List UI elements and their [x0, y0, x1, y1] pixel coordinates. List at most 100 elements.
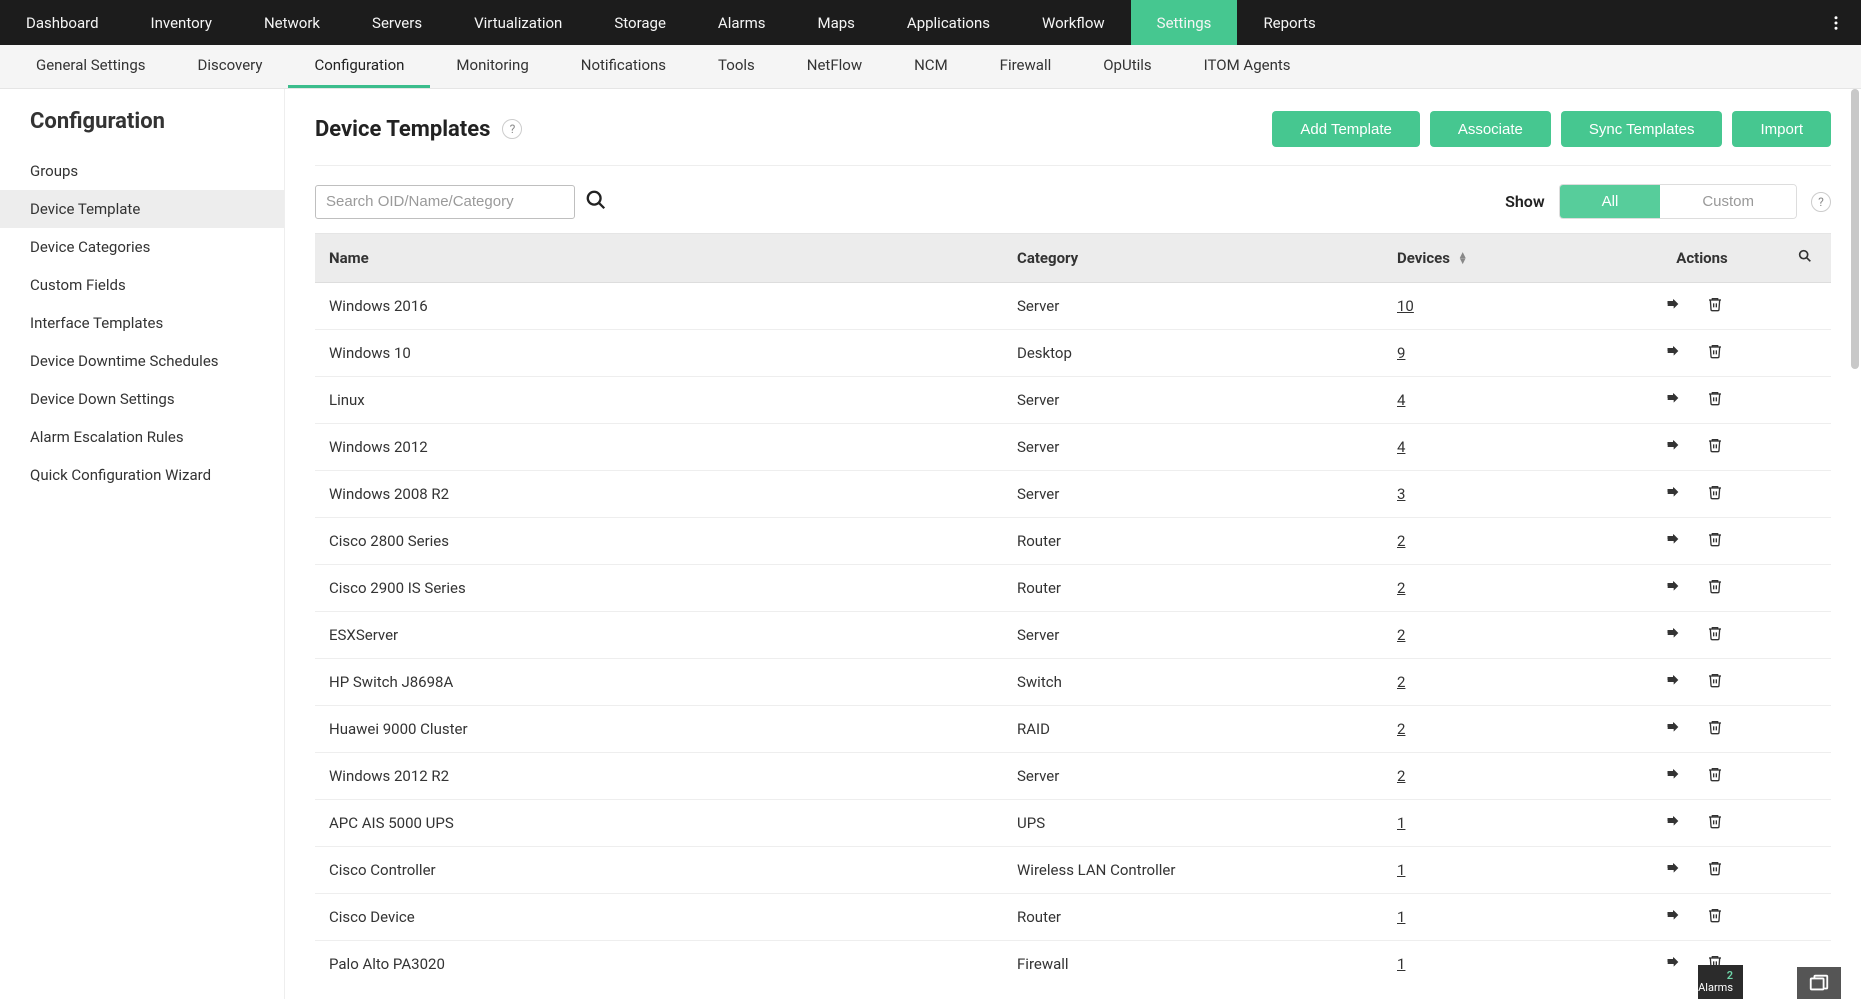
- export-icon[interactable]: [1665, 296, 1681, 316]
- devices-link[interactable]: 2: [1397, 579, 1405, 597]
- sidebar-item-interface-templates[interactable]: Interface Templates: [0, 304, 284, 342]
- sidebar-item-device-down-settings[interactable]: Device Down Settings: [0, 380, 284, 418]
- subnav-item-monitoring[interactable]: Monitoring: [430, 45, 554, 88]
- associate-button[interactable]: Associate: [1430, 111, 1551, 147]
- topnav-item-workflow[interactable]: Workflow: [1016, 0, 1131, 45]
- show-help-icon[interactable]: ?: [1811, 192, 1831, 212]
- export-icon[interactable]: [1665, 578, 1681, 598]
- export-icon[interactable]: [1665, 719, 1681, 739]
- th-search-toggle[interactable]: [1779, 234, 1831, 283]
- topnav-item-storage[interactable]: Storage: [588, 0, 692, 45]
- add-template-button[interactable]: Add Template: [1272, 111, 1419, 147]
- devices-link[interactable]: 2: [1397, 673, 1405, 691]
- sidebar-item-device-categories[interactable]: Device Categories: [0, 228, 284, 266]
- devices-link[interactable]: 3: [1397, 485, 1405, 503]
- devices-link[interactable]: 4: [1397, 438, 1405, 456]
- cell-name[interactable]: Windows 2008 R2: [315, 471, 1005, 518]
- delete-icon[interactable]: [1707, 719, 1723, 739]
- search-input[interactable]: [315, 185, 575, 219]
- export-icon[interactable]: [1665, 484, 1681, 504]
- cell-name[interactable]: Cisco Controller: [315, 847, 1005, 894]
- devices-link[interactable]: 2: [1397, 720, 1405, 738]
- cell-name[interactable]: Windows 2016: [315, 283, 1005, 330]
- delete-icon[interactable]: [1707, 531, 1723, 551]
- segment-all[interactable]: All: [1560, 185, 1661, 218]
- cell-name[interactable]: Cisco Device: [315, 894, 1005, 941]
- delete-icon[interactable]: [1707, 343, 1723, 363]
- cell-name[interactable]: Cisco 2900 IS Series: [315, 565, 1005, 612]
- subnav-item-ncm[interactable]: NCM: [888, 45, 974, 88]
- devices-link[interactable]: 2: [1397, 767, 1405, 785]
- cell-name[interactable]: Cisco 2800 Series: [315, 518, 1005, 565]
- window-stack-icon[interactable]: [1797, 967, 1841, 999]
- sidebar-item-device-downtime-schedules[interactable]: Device Downtime Schedules: [0, 342, 284, 380]
- devices-link[interactable]: 4: [1397, 391, 1405, 409]
- sync-templates-button[interactable]: Sync Templates: [1561, 111, 1723, 147]
- export-icon[interactable]: [1665, 437, 1681, 457]
- cell-name[interactable]: Windows 10: [315, 330, 1005, 377]
- delete-icon[interactable]: [1707, 578, 1723, 598]
- subnav-item-discovery[interactable]: Discovery: [172, 45, 289, 88]
- export-icon[interactable]: [1665, 954, 1681, 974]
- sidebar-item-device-template[interactable]: Device Template: [0, 190, 284, 228]
- topnav-item-inventory[interactable]: Inventory: [125, 0, 238, 45]
- export-icon[interactable]: [1665, 813, 1681, 833]
- export-icon[interactable]: [1665, 907, 1681, 927]
- export-icon[interactable]: [1665, 672, 1681, 692]
- delete-icon[interactable]: [1707, 390, 1723, 410]
- export-icon[interactable]: [1665, 766, 1681, 786]
- delete-icon[interactable]: [1707, 437, 1723, 457]
- subnav-item-tools[interactable]: Tools: [692, 45, 781, 88]
- export-icon[interactable]: [1665, 860, 1681, 880]
- devices-link[interactable]: 1: [1397, 955, 1405, 973]
- devices-link[interactable]: 10: [1397, 297, 1414, 315]
- cell-name[interactable]: Palo Alto PA3020: [315, 941, 1005, 982]
- topnav-item-applications[interactable]: Applications: [881, 0, 1016, 45]
- cell-name[interactable]: APC AIS 5000 UPS: [315, 800, 1005, 847]
- topnav-item-servers[interactable]: Servers: [346, 0, 448, 45]
- delete-icon[interactable]: [1707, 813, 1723, 833]
- export-icon[interactable]: [1665, 531, 1681, 551]
- cell-name[interactable]: Huawei 9000 Cluster: [315, 706, 1005, 753]
- delete-icon[interactable]: [1707, 860, 1723, 880]
- subnav-item-configuration[interactable]: Configuration: [288, 45, 430, 88]
- devices-link[interactable]: 1: [1397, 908, 1405, 926]
- import-button[interactable]: Import: [1732, 111, 1831, 147]
- scrollbar[interactable]: [1851, 89, 1859, 369]
- topnav-item-virtualization[interactable]: Virtualization: [448, 0, 588, 45]
- subnav-item-itom-agents[interactable]: ITOM Agents: [1178, 45, 1317, 88]
- search-icon[interactable]: [585, 189, 607, 214]
- templates-table-wrap[interactable]: Name Category Devices ▲▼ Actions Windows…: [315, 233, 1831, 981]
- alarms-widget[interactable]: 2 Alarms: [1698, 965, 1743, 999]
- devices-link[interactable]: 1: [1397, 861, 1405, 879]
- th-name[interactable]: Name: [315, 234, 1005, 283]
- cell-name[interactable]: Windows 2012 R2: [315, 753, 1005, 800]
- more-menu-icon[interactable]: [1823, 0, 1849, 45]
- cell-name[interactable]: Windows 2012: [315, 424, 1005, 471]
- export-icon[interactable]: [1665, 390, 1681, 410]
- cell-name[interactable]: Linux: [315, 377, 1005, 424]
- th-category[interactable]: Category: [1005, 234, 1385, 283]
- subnav-item-firewall[interactable]: Firewall: [974, 45, 1078, 88]
- help-icon[interactable]: ?: [502, 119, 522, 139]
- devices-link[interactable]: 1: [1397, 814, 1405, 832]
- cell-name[interactable]: HP Switch J8698A: [315, 659, 1005, 706]
- subnav-item-general-settings[interactable]: General Settings: [10, 45, 172, 88]
- cell-name[interactable]: ESXServer: [315, 612, 1005, 659]
- devices-link[interactable]: 2: [1397, 532, 1405, 550]
- subnav-item-oputils[interactable]: OpUtils: [1077, 45, 1177, 88]
- sidebar-item-quick-configuration-wizard[interactable]: Quick Configuration Wizard: [0, 456, 284, 494]
- export-icon[interactable]: [1665, 625, 1681, 645]
- topnav-item-alarms[interactable]: Alarms: [692, 0, 792, 45]
- devices-link[interactable]: 2: [1397, 626, 1405, 644]
- delete-icon[interactable]: [1707, 484, 1723, 504]
- devices-link[interactable]: 9: [1397, 344, 1405, 362]
- sidebar-item-alarm-escalation-rules[interactable]: Alarm Escalation Rules: [0, 418, 284, 456]
- th-devices[interactable]: Devices ▲▼: [1385, 234, 1625, 283]
- delete-icon[interactable]: [1707, 296, 1723, 316]
- topnav-item-network[interactable]: Network: [238, 0, 346, 45]
- subnav-item-netflow[interactable]: NetFlow: [781, 45, 888, 88]
- delete-icon[interactable]: [1707, 672, 1723, 692]
- delete-icon[interactable]: [1707, 625, 1723, 645]
- topnav-item-dashboard[interactable]: Dashboard: [0, 0, 125, 45]
